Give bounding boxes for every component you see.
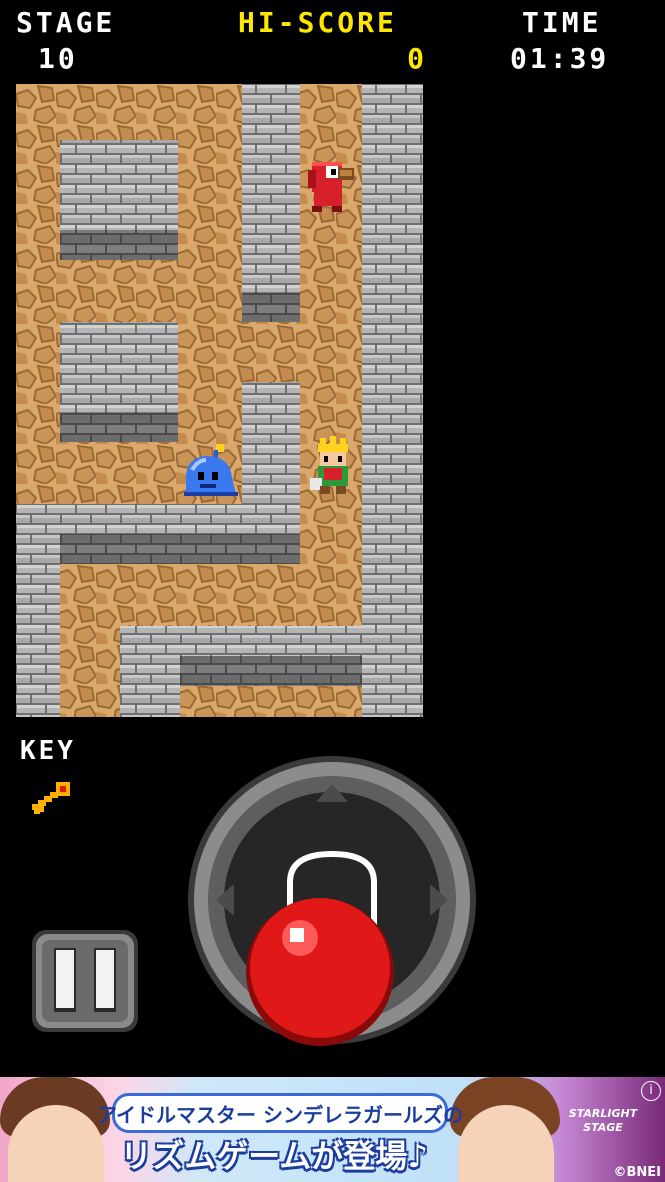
joystick[interactable]: [186, 754, 478, 1046]
golden-key-icon: [28, 778, 74, 818]
stage-label: STAGE: [16, 6, 116, 39]
hiscore-value: 0: [407, 42, 427, 75]
time-value: 01:39: [510, 42, 610, 75]
ad-title-bar: アイドルマスター シンデレラガールズの: [97, 1093, 463, 1133]
ad-banner[interactable]: アイドルマスター シンデレラガールズの リズムゲームが登場♪ STARLIGHT…: [0, 1077, 665, 1182]
key-label: KEY: [20, 736, 76, 766]
stage-value: 10: [38, 42, 78, 75]
hiscore-label: HI-SCORE: [238, 6, 397, 39]
pause-icon: [32, 930, 138, 1032]
maze-board: [16, 84, 423, 717]
time-label: TIME: [522, 6, 602, 39]
ad-sub-logo: STARLIGHT STAGE: [568, 1107, 638, 1134]
ad-title: アイドルマスター シンデレラガールズの: [97, 1102, 463, 1127]
info-icon[interactable]: i: [641, 1081, 661, 1101]
ad-headline: リズムゲームが登場♪: [120, 1137, 428, 1175]
pause-button[interactable]: [28, 926, 142, 1036]
joystick-icon: [188, 756, 476, 1046]
ad-copyright: ©BNEI: [613, 1165, 661, 1180]
